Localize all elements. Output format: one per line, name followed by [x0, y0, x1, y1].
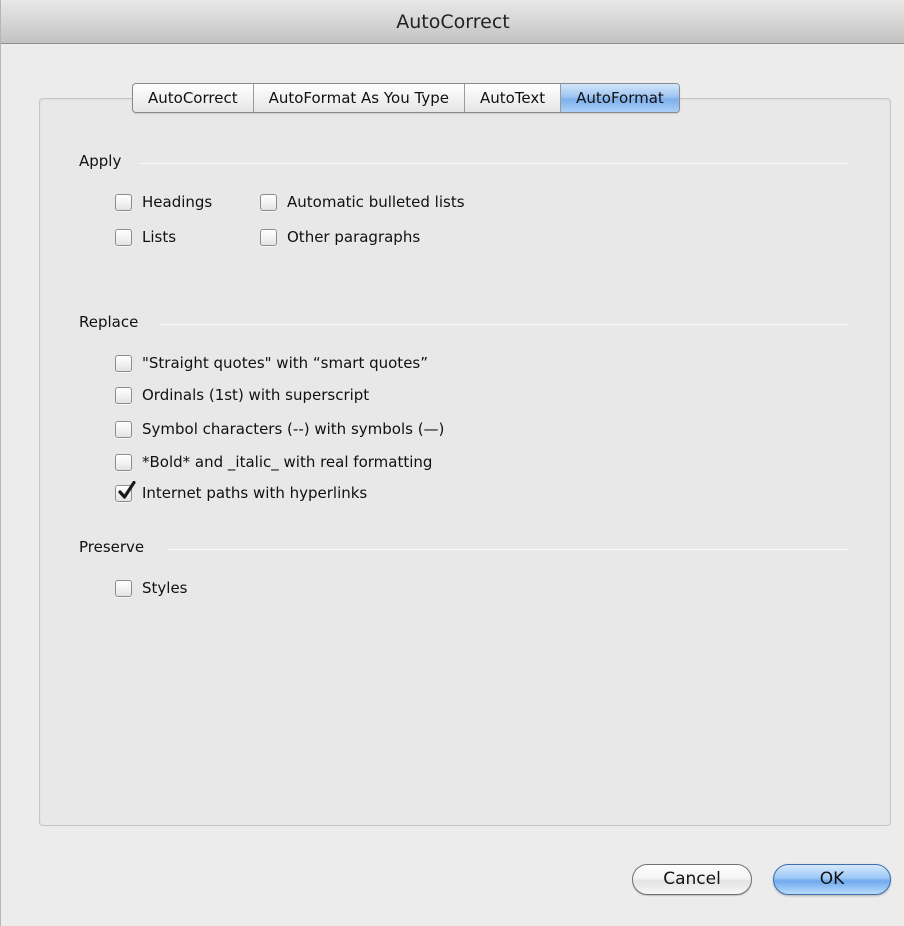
symbol-characters-label: Symbol characters (--) with symbols (—) [142, 420, 445, 438]
other-paragraphs-label: Other paragraphs [287, 228, 421, 246]
smart-quotes-checkbox[interactable] [115, 354, 132, 372]
autocorrect-dialog: AutoCorrect AutoCorrect AutoFormat As Yo… [0, 0, 904, 926]
ordinals-checkbox[interactable] [115, 386, 132, 404]
bold-italic-checkbox[interactable] [115, 453, 132, 471]
apply-option-lists[interactable]: Lists [115, 226, 176, 248]
window-title: AutoCorrect [1, 0, 904, 44]
smart-quotes-label: "Straight quotes" with “smart quotes” [142, 354, 429, 372]
preserve-divider [168, 549, 848, 550]
styles-checkbox[interactable] [115, 579, 132, 597]
ordinals-label: Ordinals (1st) with superscript [142, 386, 370, 404]
ok-button[interactable]: OK [773, 864, 891, 895]
internet-paths-checkbox[interactable] [115, 480, 136, 502]
bold-italic-label: *Bold* and _italic_ with real formatting [142, 453, 433, 471]
replace-option-bold-italic[interactable]: *Bold* and _italic_ with real formatting [115, 451, 432, 473]
replace-option-ordinals[interactable]: Ordinals (1st) with superscript [115, 384, 369, 406]
apply-section-label: Apply [79, 152, 122, 170]
symbol-characters-checkbox[interactable] [115, 420, 132, 438]
internet-paths-label: Internet paths with hyperlinks [142, 484, 368, 502]
apply-divider [140, 163, 848, 164]
cancel-button[interactable]: Cancel [632, 864, 752, 895]
automatic-bulleted-lists-label: Automatic bulleted lists [287, 193, 465, 211]
apply-option-other-paragraphs[interactable]: Other paragraphs [260, 226, 420, 248]
preserve-option-styles[interactable]: Styles [115, 577, 188, 599]
replace-option-smart-quotes[interactable]: "Straight quotes" with “smart quotes” [115, 352, 428, 374]
replace-section-label: Replace [79, 313, 139, 331]
lists-label: Lists [142, 228, 177, 246]
apply-option-headings[interactable]: Headings [115, 191, 212, 213]
apply-option-automatic-bulleted-lists[interactable]: Automatic bulleted lists [260, 191, 465, 213]
tab-autoformat[interactable]: AutoFormat [561, 84, 679, 112]
headings-checkbox[interactable] [115, 193, 132, 211]
replace-divider [160, 324, 848, 325]
tab-autotext[interactable]: AutoText [465, 84, 562, 112]
replace-option-symbol-characters[interactable]: Symbol characters (--) with symbols (—) [115, 418, 444, 440]
styles-label: Styles [142, 579, 188, 597]
automatic-bulleted-lists-checkbox[interactable] [260, 193, 277, 211]
checkmark-icon [118, 480, 136, 499]
lists-checkbox[interactable] [115, 228, 132, 246]
tab-autoformat-as-you-type[interactable]: AutoFormat As You Type [254, 84, 465, 112]
replace-option-internet-paths[interactable]: Internet paths with hyperlinks [115, 480, 368, 504]
tab-bar: AutoCorrect AutoFormat As You Type AutoT… [132, 83, 680, 113]
other-paragraphs-checkbox[interactable] [260, 228, 277, 246]
headings-label: Headings [142, 193, 213, 211]
tab-autocorrect[interactable]: AutoCorrect [133, 84, 254, 112]
preserve-section-label: Preserve [79, 538, 145, 556]
